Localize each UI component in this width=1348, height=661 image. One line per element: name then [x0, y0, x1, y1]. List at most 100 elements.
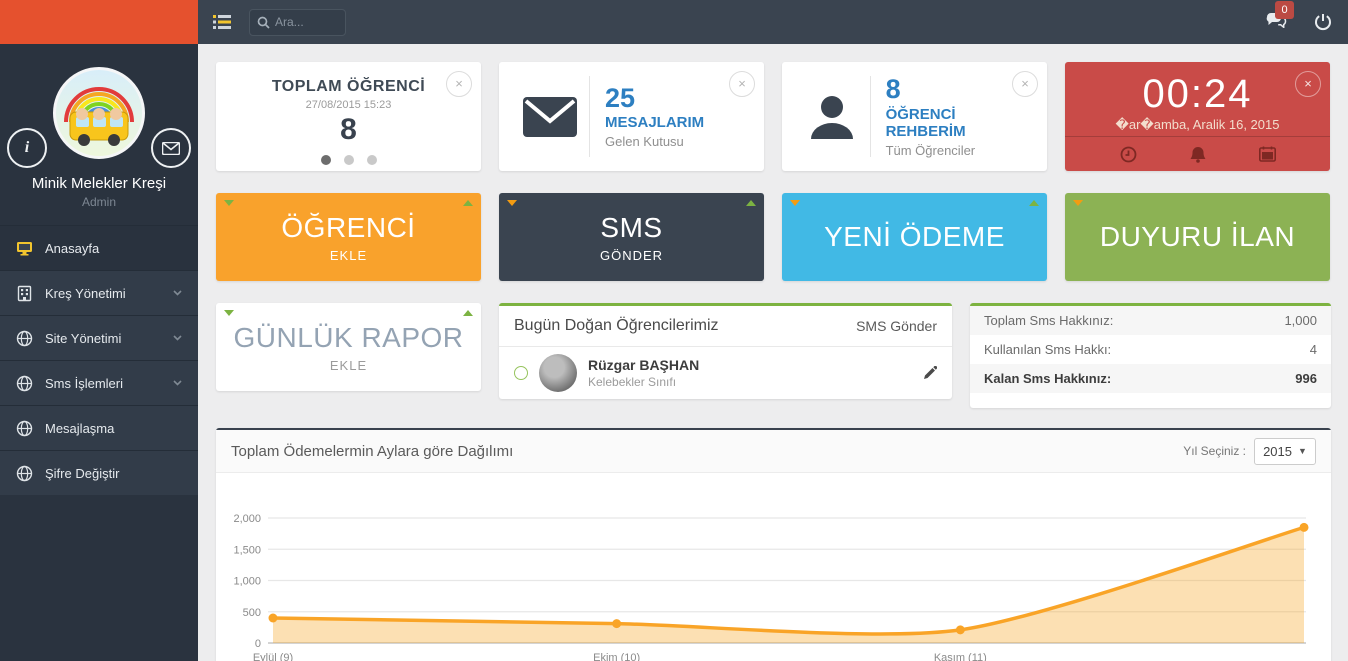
chart-area: 0 500 1,000 1,500 2,000 Eylül (9) Ekim (10) Kas… [216, 473, 1331, 661]
sms-stat-value: 996 [1295, 371, 1317, 386]
svg-text:1,000: 1,000 [233, 576, 261, 588]
topbar: 0 [198, 0, 1348, 44]
monitor-icon [16, 240, 33, 257]
card-date: 27/08/2015 15:23 [216, 99, 481, 111]
svg-text:Ekim (10): Ekim (10) [593, 652, 640, 661]
chat-icon[interactable]: 0 [1266, 12, 1288, 33]
panel-sms-stats: Toplam Sms Hakkınız: 1,000 Kullanılan Sm… [970, 303, 1331, 408]
clock-icon[interactable] [1120, 146, 1137, 163]
card-student-guide: 8 ÖĞRENCİ REHBERİM Tüm Öğrenciler × [782, 62, 1047, 171]
panel-birthdays: Bugün Doğan Öğrencilerimiz SMS Gönder Rü… [499, 303, 952, 399]
action-new-payment[interactable]: YENİ ÖDEME [782, 193, 1047, 281]
sidebar-item-sms-islemleri[interactable]: Sms İşlemleri [0, 360, 198, 405]
birthday-row: Rüzgar BAŞHAN Kelebekler Sınıfı [499, 347, 952, 399]
sms-stat-row: Toplam Sms Hakkınız: 1,000 [970, 306, 1331, 335]
sms-stat-row: Kalan Sms Hakkınız: 996 [970, 364, 1331, 393]
year-select-value: 2015 [1263, 444, 1292, 459]
notification-badge: 0 [1275, 1, 1294, 19]
mail-icon[interactable] [151, 128, 191, 168]
sms-stat-value: 1,000 [1284, 313, 1317, 328]
panel-payments-chart: Toplam Ödemelermin Aylara göre Dağılımı … [216, 428, 1331, 661]
sidebar-item-label: Site Yönetimi [45, 331, 121, 346]
birthdays-sms-gonder-link[interactable]: SMS Gönder [856, 318, 937, 334]
close-icon[interactable]: × [1295, 71, 1321, 97]
daily-report-line1: GÜNLÜK RAPOR [233, 322, 463, 354]
sms-stat-label: Kullanılan Sms Hakkı: [984, 342, 1111, 357]
globe-icon [16, 330, 33, 347]
triangle-down-icon [507, 200, 517, 206]
avatar[interactable] [53, 67, 145, 159]
sidebar-item-anasayfa[interactable]: Anasayfa [0, 225, 198, 270]
chart-title: Toplam Ödemelermin Aylara göre Dağılımı [231, 443, 513, 460]
globe-icon [16, 465, 33, 482]
menu-toggle-icon[interactable] [213, 15, 231, 29]
card-title: TOPLAM ÖĞRENCİ [216, 78, 481, 96]
student-avatar [539, 354, 577, 392]
guide-title[interactable]: ÖĞRENCİ REHBERİM [886, 106, 1035, 140]
svg-text:0: 0 [255, 638, 261, 650]
topbar-right: 0 [1266, 12, 1348, 33]
clock-time: 00:24 [1065, 72, 1330, 117]
info-icon[interactable]: i [7, 128, 47, 168]
sidebar-item-site-yonetimi[interactable]: Site Yönetimi [0, 315, 198, 360]
close-icon[interactable]: × [446, 71, 472, 97]
building-icon [16, 285, 33, 302]
triangle-up-icon [1029, 200, 1039, 206]
messages-title[interactable]: MESAJLARIM [605, 114, 704, 131]
action-line1: DUYURU İLAN [1100, 221, 1295, 253]
svg-text:1,500: 1,500 [233, 544, 261, 556]
pencil-icon[interactable] [922, 366, 937, 381]
chevron-down-icon [173, 335, 182, 341]
sidebar-item-label: Sms İşlemleri [45, 376, 123, 391]
sidebar-item-mesajlasma[interactable]: Mesajlaşma [0, 405, 198, 450]
triangle-down-icon [1073, 200, 1083, 206]
profile-name: Minik Melekler Kreşi [0, 175, 198, 192]
calendar-icon[interactable] [1259, 146, 1276, 162]
student-class: Kelebekler Sınıfı [588, 375, 699, 389]
sidebar-item-label: Mesajlaşma [45, 421, 114, 436]
daily-report-line2: EKLE [330, 358, 367, 373]
action-send-sms[interactable]: SMS GÖNDER [499, 193, 764, 281]
messages-subtitle: Gelen Kutusu [605, 134, 704, 149]
profile-section: i [0, 44, 198, 225]
sidebar-item-label: Kreş Yönetimi [45, 286, 126, 301]
search-input[interactable] [275, 15, 335, 29]
svg-text:2,000: 2,000 [233, 513, 261, 525]
carousel-dot[interactable] [344, 155, 354, 165]
profile-role: Admin [0, 195, 198, 209]
year-select[interactable]: 2015 ▼ [1254, 438, 1316, 465]
sidebar-item-kres-yonetimi[interactable]: Kreş Yönetimi [0, 270, 198, 315]
close-icon[interactable]: × [1012, 71, 1038, 97]
year-select-label: Yıl Seçiniz : [1183, 444, 1246, 458]
bell-icon[interactable] [1190, 146, 1206, 163]
school-logo-bus [56, 70, 142, 156]
close-icon[interactable]: × [729, 71, 755, 97]
carousel-dot[interactable] [321, 155, 331, 165]
triangle-down-icon [224, 200, 234, 206]
svg-text:Kasım (11): Kasım (11) [934, 652, 987, 661]
action-add-student[interactable]: ÖĞRENCİ EKLE [216, 193, 481, 281]
action-daily-report[interactable]: GÜNLÜK RAPOR EKLE [216, 303, 481, 391]
action-line1: YENİ ÖDEME [824, 221, 1005, 253]
svg-text:Eylül (9): Eylül (9) [253, 652, 293, 661]
globe-icon [16, 420, 33, 437]
svg-text:500: 500 [243, 607, 261, 619]
sms-stat-label: Kalan Sms Hakkınız: [984, 371, 1111, 386]
action-line2: EKLE [330, 248, 367, 263]
student-name: Rüzgar BAŞHAN [588, 357, 699, 373]
sidebar-item-sifre-degistir[interactable]: Şifre Değiştir [0, 450, 198, 495]
main-content: TOPLAM ÖĞRENCİ 27/08/2015 15:23 8 × [198, 44, 1348, 661]
sidebar-item-label: Şifre Değiştir [45, 466, 119, 481]
carousel-dot[interactable] [367, 155, 377, 165]
action-line2: GÖNDER [600, 248, 663, 263]
envelope-icon [523, 97, 577, 137]
triangle-down-icon [790, 200, 800, 206]
radio-button[interactable] [514, 366, 528, 380]
chevron-down-icon [173, 380, 182, 386]
triangle-down-icon [224, 310, 234, 316]
sidebar-menu: Anasayfa Kreş Yönetimi [0, 225, 198, 495]
triangle-up-icon [463, 310, 473, 316]
action-announcement[interactable]: DUYURU İLAN [1065, 193, 1330, 281]
power-icon[interactable] [1314, 13, 1332, 31]
birthdays-title: Bugün Doğan Öğrencilerimiz [514, 317, 719, 335]
